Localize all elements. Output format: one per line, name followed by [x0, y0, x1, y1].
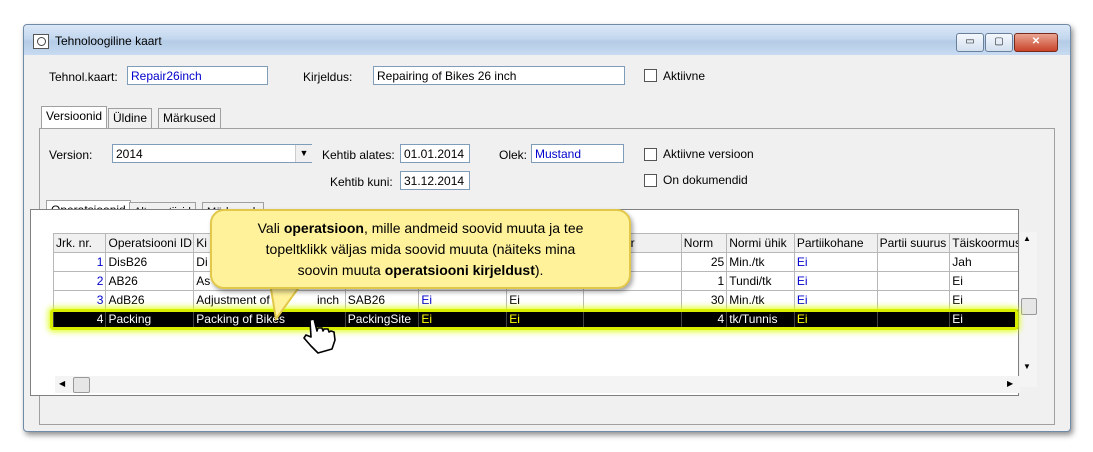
- horizontal-scroll-thumb[interactable]: [73, 377, 90, 393]
- table-cell[interactable]: Ei: [418, 309, 508, 329]
- callout-text-1c: , mille andmeid soovid muuta ja tee: [363, 220, 584, 236]
- version-select-value: 2014: [116, 147, 143, 161]
- table-cell[interactable]: Ei: [949, 309, 1018, 329]
- kehtib-kuni-label: Kehtib kuni:: [330, 175, 393, 189]
- table-cell[interactable]: Ei: [793, 290, 878, 310]
- callout-text-1a: Vali: [257, 220, 284, 236]
- tab-uldine[interactable]: Üldine: [108, 108, 153, 128]
- table-cell[interactable]: Ei: [793, 309, 878, 329]
- horizontal-scrollbar[interactable]: ◀ ▶: [55, 376, 1020, 393]
- table-cell[interactable]: [876, 309, 951, 329]
- column-header[interactable]: Täiskoormus: [949, 233, 1018, 253]
- column-header[interactable]: Normi ühik: [726, 233, 795, 253]
- table-cell[interactable]: Min./tk: [726, 252, 795, 272]
- table-cell[interactable]: Ei: [793, 252, 878, 272]
- kirjeldus-field[interactable]: Repairing of Bikes 26 inch: [373, 66, 625, 85]
- table-cell[interactable]: tk/Tunnis: [726, 309, 795, 329]
- table-cell[interactable]: Ei: [793, 271, 878, 291]
- table-cell[interactable]: 1: [52, 252, 107, 272]
- callout-text-3b: operatsiooni kirjeldust: [384, 262, 535, 278]
- column-header[interactable]: Partiikohane: [793, 233, 878, 253]
- kehtib-alates-label: Kehtib alates:: [322, 148, 395, 162]
- table-cell[interactable]: Min./tk: [726, 290, 795, 310]
- kehtib-alates-field[interactable]: 01.01.2014: [400, 144, 470, 163]
- vertical-scroll-thumb[interactable]: [1021, 298, 1037, 315]
- aktiivne-label: Aktiivne: [663, 69, 706, 83]
- hand-cursor-icon: [303, 318, 336, 354]
- version-label: Version:: [49, 148, 93, 162]
- callout-text-1b: operatsioon: [283, 220, 364, 236]
- table-cell[interactable]: 25: [680, 252, 728, 272]
- table-cell[interactable]: Ei: [506, 309, 584, 329]
- table-cell[interactable]: 4: [52, 309, 107, 329]
- tehnol-label: Tehnol.kaart:: [49, 70, 118, 84]
- scroll-left-icon[interactable]: ◀: [59, 379, 65, 388]
- table-cell[interactable]: 1: [680, 271, 728, 291]
- table-cell[interactable]: Ei: [949, 271, 1018, 291]
- table-cell[interactable]: [876, 252, 951, 272]
- table-cell[interactable]: Ei: [506, 290, 584, 310]
- close-button[interactable]: ✕: [1014, 33, 1058, 52]
- table-cell[interactable]: Jah: [949, 252, 1018, 272]
- table-cell[interactable]: Packing: [105, 309, 195, 329]
- maximize-button[interactable]: ▢: [985, 33, 1013, 52]
- tab-versioonid[interactable]: Versioonid: [41, 106, 108, 128]
- column-header[interactable]: Norm: [680, 233, 728, 253]
- instruction-callout: Vali operatsioon, mille andmeid soovid m…: [210, 209, 631, 289]
- table-cell[interactable]: AB26: [105, 271, 195, 291]
- kehtib-kuni-field[interactable]: 31.12.2014: [400, 171, 470, 190]
- table-cell[interactable]: 4: [680, 309, 728, 329]
- table-cell[interactable]: [582, 290, 682, 310]
- table-cell[interactable]: PackingSite: [344, 309, 420, 329]
- table-cell[interactable]: Ei: [949, 290, 1018, 310]
- callout-text-3c: ).: [534, 262, 544, 278]
- column-header[interactable]: Operatsiooni ID: [105, 233, 195, 253]
- kirjeldus-label: Kirjeldus:: [303, 70, 353, 84]
- table-cell[interactable]: Tundi/tk: [726, 271, 795, 291]
- minimize-button[interactable]: ▭: [956, 33, 984, 52]
- scroll-down-icon[interactable]: ▼: [1023, 362, 1031, 371]
- tab-markused[interactable]: Märkused: [158, 108, 221, 128]
- table-cell[interactable]: 3: [52, 290, 107, 310]
- table-cell[interactable]: [582, 309, 682, 329]
- callout-text-3a: soovin muuta: [297, 262, 385, 278]
- title-bar[interactable]: Tehnoloogiline kaart ▭ ▢ ✕: [24, 25, 1070, 55]
- column-header[interactable]: Jrk. nr.: [52, 233, 107, 253]
- table-cell[interactable]: [876, 271, 951, 291]
- table-row[interactable]: 3 AdB26 Adjustment of Binch SAB26 Ei Ei 30 Min.…: [52, 290, 1018, 310]
- table-cell[interactable]: 30: [680, 290, 728, 310]
- aktiivne-versioon-label: Aktiivne versioon: [663, 147, 754, 161]
- table-row[interactable]: 4 Packing Packing of Bikes PackingSite Ei Ei 4…: [52, 309, 1018, 329]
- olek-field[interactable]: Mustand: [531, 144, 624, 163]
- scroll-right-icon[interactable]: ▶: [1007, 379, 1013, 388]
- window-title: Tehnoloogiline kaart: [55, 34, 162, 48]
- olek-label: Olek:: [499, 148, 528, 162]
- vertical-scrollbar[interactable]: ▲ ▼: [1020, 232, 1037, 387]
- table-cell[interactable]: [876, 290, 951, 310]
- table-cell[interactable]: AdB26: [105, 290, 195, 310]
- column-header[interactable]: Partii suurus: [876, 233, 951, 253]
- aktiivne-versioon-checkbox[interactable]: [644, 148, 657, 161]
- table-cell[interactable]: Ei: [418, 290, 508, 310]
- table-cell[interactable]: 2: [52, 271, 107, 291]
- version-select[interactable]: 2014: [112, 144, 312, 163]
- aktiivne-checkbox[interactable]: [644, 69, 657, 82]
- chevron-down-icon[interactable]: ▼: [295, 145, 312, 162]
- on-dokumendid-label: On dokumendid: [663, 173, 748, 187]
- callout-text-2: topeltklikk väljas mida soovid muuta (nä…: [265, 241, 576, 257]
- scroll-up-icon[interactable]: ▲: [1023, 234, 1031, 243]
- app-gear-icon: [33, 34, 49, 49]
- tehnol-field[interactable]: Repair26inch: [127, 66, 268, 85]
- on-dokumendid-checkbox[interactable]: [644, 174, 657, 187]
- table-cell[interactable]: SAB26: [344, 290, 420, 310]
- table-cell[interactable]: DisB26: [105, 252, 195, 272]
